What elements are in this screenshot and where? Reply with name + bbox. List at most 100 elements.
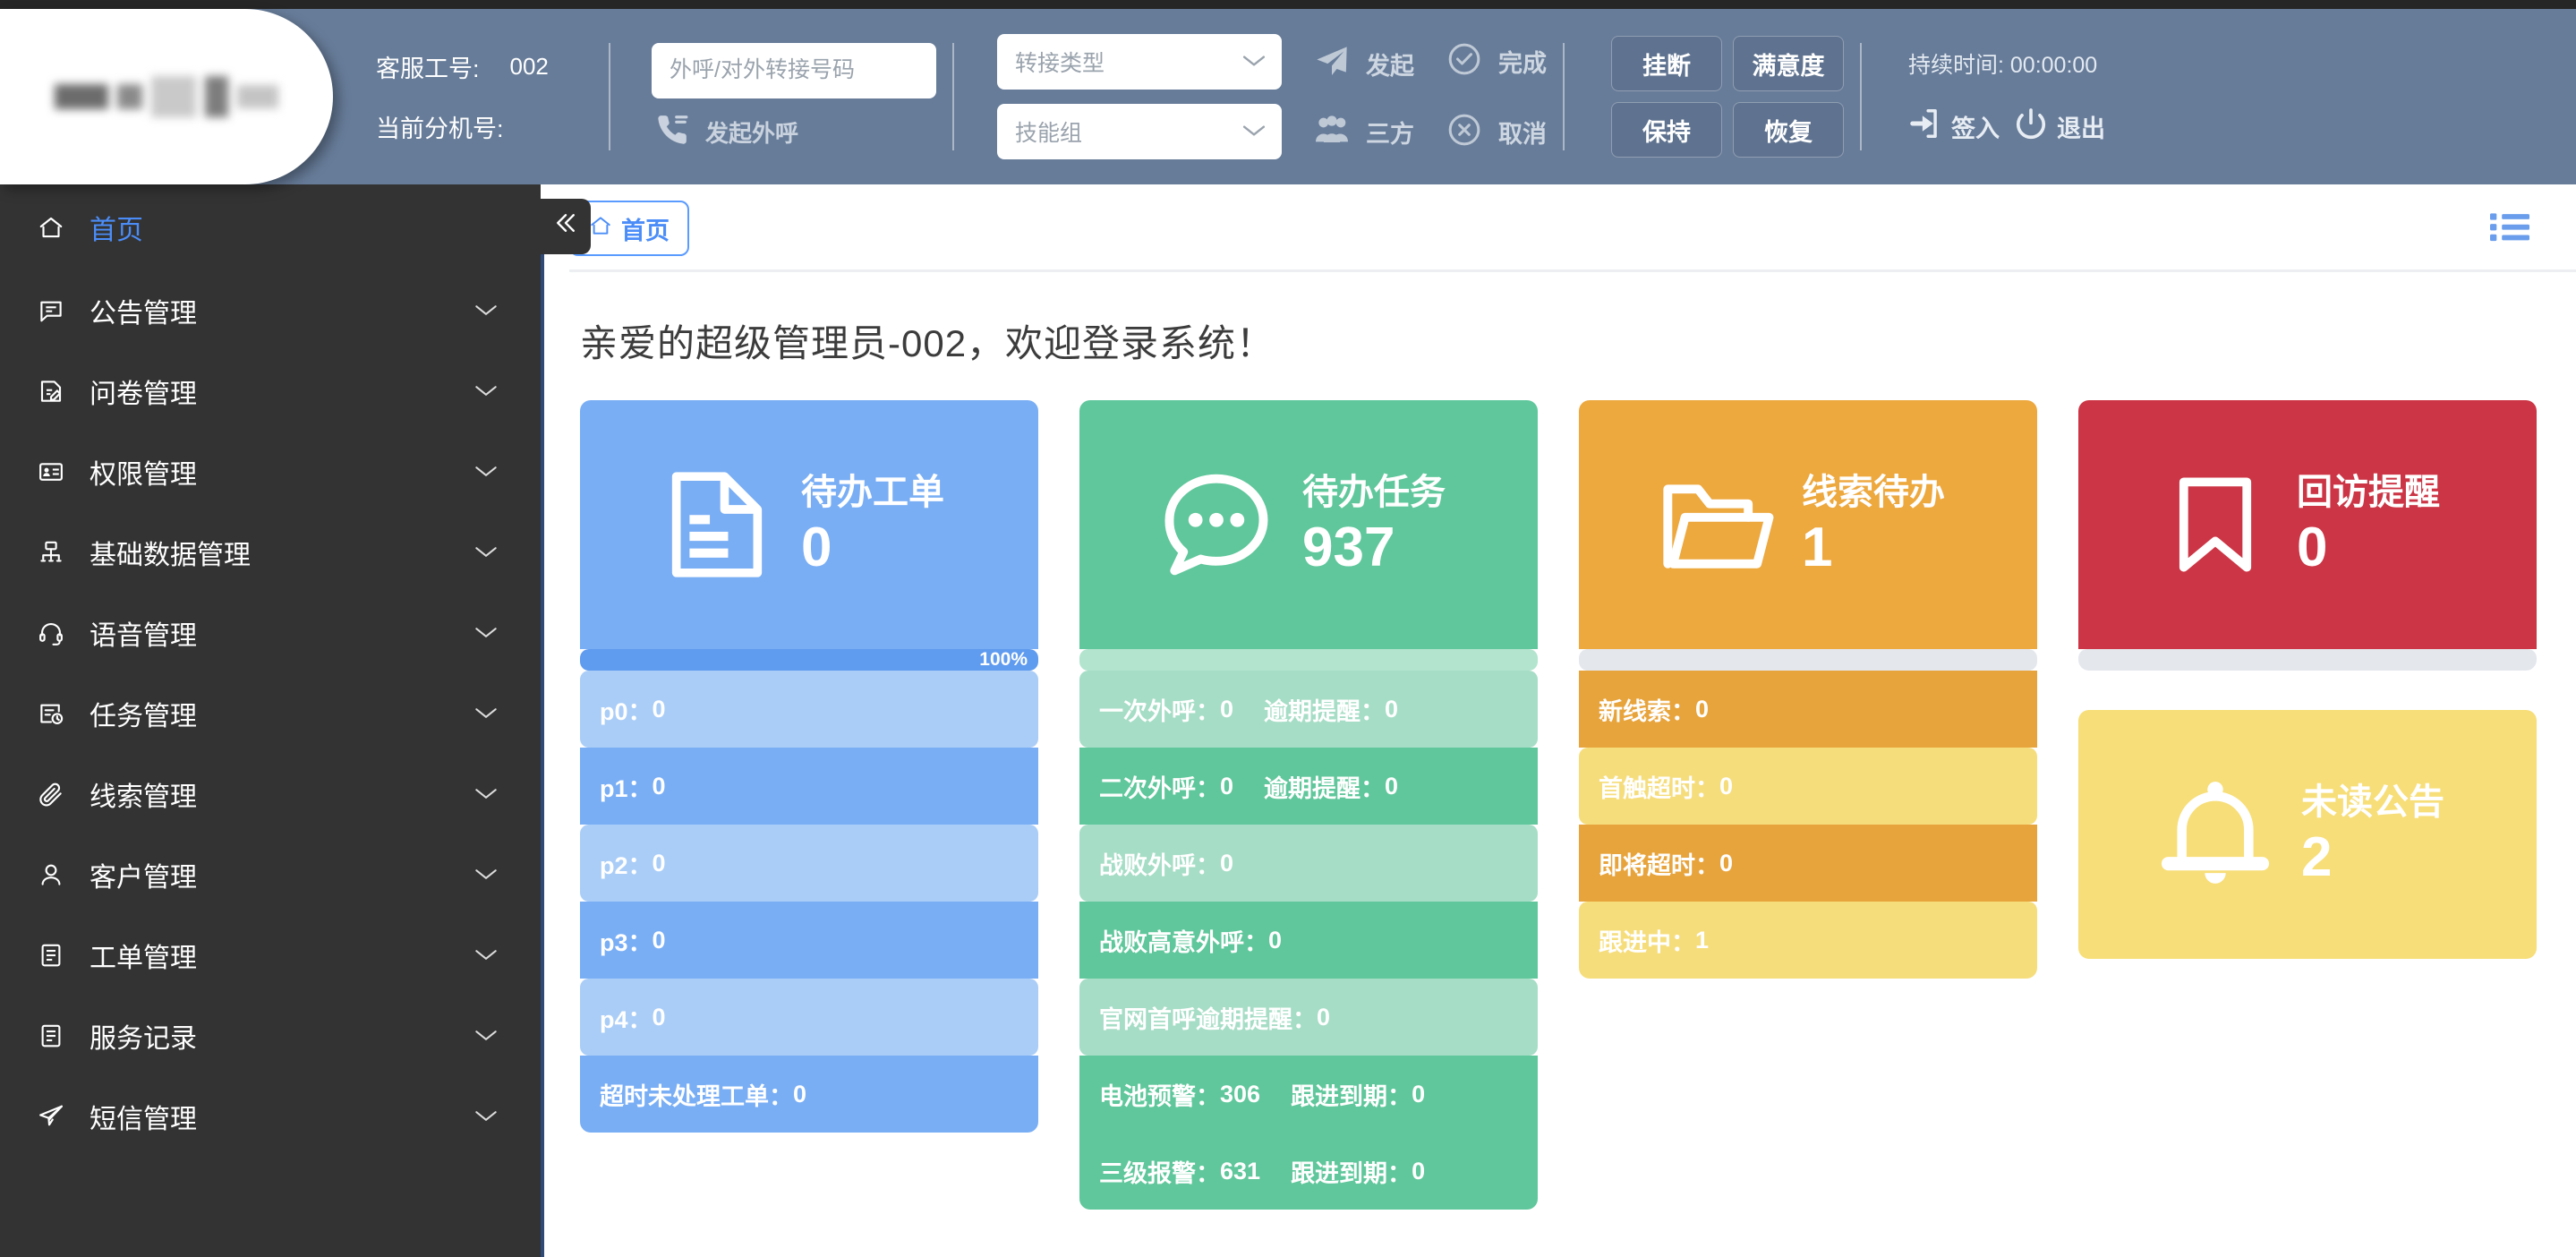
sign-in-button[interactable]: 签入 — [1908, 107, 2000, 147]
stat-value: 0 — [1719, 772, 1734, 800]
hold-button[interactable]: 保持 — [1611, 102, 1722, 158]
card-todo-tickets[interactable]: 待办工单 0 100% p0： 0 p1： 0 p2： 0 p3： 0 p4： … — [580, 400, 1038, 1133]
agent-id-label: 客服工号: — [376, 56, 480, 82]
card-meta: 线索待办 1 — [1802, 471, 1963, 578]
sidebar-item-sms[interactable]: 短信管理 — [0, 1076, 541, 1157]
cancel-button[interactable]: 取消 — [1446, 112, 1547, 152]
list-icon — [2490, 210, 2529, 247]
power-icon — [2014, 107, 2048, 147]
stat-value: 0 — [793, 1080, 807, 1107]
header-divider-3 — [1563, 43, 1565, 150]
sidebar-item-tickets[interactable]: 工单管理 — [0, 915, 541, 996]
card-title: 回访提醒 — [2297, 472, 2440, 512]
card-column-todo-tasks: 待办任务 937 一次外呼： 0 逾期提醒： 0 二次外呼： 0 逾期提醒： 0… — [1079, 400, 1538, 1210]
clipboard-icon — [38, 1022, 77, 1049]
chevron-down-icon — [474, 298, 498, 323]
stat-label: 电池预警： — [1099, 1082, 1220, 1110]
complete-button[interactable]: 完成 — [1446, 41, 1547, 81]
card-header: 回访提醒 0 — [2078, 400, 2537, 649]
id-card-icon — [38, 458, 77, 485]
card-unread-announcements[interactable]: 未读公告 2 — [2078, 710, 2537, 959]
satisfaction-button[interactable]: 满意度 — [1733, 36, 1844, 91]
card-column-lead-todo: 线索待办 1 新线索： 0 首触超时： 0 即将超时： 0 跟进中： 1 — [1579, 400, 2037, 1210]
announcement-icon — [38, 297, 77, 324]
card-stat-row[interactable]: 三级报警： 631 跟进到期： 0 — [1079, 1133, 1538, 1210]
card-stat-row[interactable]: p0： 0 — [580, 671, 1038, 748]
card-stat-row[interactable]: 跟进中： 1 — [1579, 902, 2037, 979]
card-stat-row[interactable]: 电池预警： 306 跟进到期： 0 — [1079, 1056, 1538, 1133]
card-stat-row[interactable]: p2： 0 — [580, 825, 1038, 902]
card-title: 待办任务 — [1302, 472, 1446, 512]
sidebar-item-basic-data[interactable]: 基础数据管理 — [0, 512, 541, 593]
skill-group-select[interactable]: 技能组 — [997, 104, 1282, 159]
card-stat-row[interactable]: 二次外呼： 0 逾期提醒： 0 — [1079, 748, 1538, 825]
card-header: 线索待办 1 — [1579, 400, 2037, 649]
double-chevron-left-icon — [552, 210, 579, 244]
paperclip-icon — [38, 781, 77, 808]
outbound-number-input[interactable] — [652, 42, 936, 98]
card-stat-row[interactable]: 战败外呼： 0 — [1079, 825, 1538, 902]
sidebar-item-label: 公告管理 — [90, 299, 197, 329]
chat-bubble-icon — [1154, 462, 1279, 587]
sidebar-item-customers[interactable]: 客户管理 — [0, 834, 541, 915]
check-circle-icon — [1446, 41, 1482, 81]
hangup-button[interactable]: 挂断 — [1611, 36, 1722, 91]
card-stat-row[interactable]: 官网首呼逾期提醒： 0 — [1079, 979, 1538, 1056]
card-callback-reminder[interactable]: 回访提醒 0 — [2078, 400, 2537, 671]
initiate-transfer-label: 发起 — [1366, 53, 1414, 80]
logout-label: 退出 — [2057, 115, 2105, 142]
sidebar-item-label: 服务记录 — [90, 1024, 197, 1054]
card-stat-row[interactable]: 战败高意外呼： 0 — [1079, 902, 1538, 979]
sidebar-item-permissions[interactable]: 权限管理 — [0, 432, 541, 512]
stat-label: p4： — [600, 1005, 653, 1033]
card-lead-todo[interactable]: 线索待办 1 新线索： 0 首触超时： 0 即将超时： 0 跟进中： 1 — [1579, 400, 2037, 979]
card-stat-row[interactable]: 新线索： 0 — [1579, 671, 2037, 748]
transfer-type-select[interactable]: 转接类型 — [997, 34, 1282, 90]
sidebar-item-home[interactable]: 首页 — [0, 184, 541, 270]
resume-button[interactable]: 恢复 — [1733, 102, 1844, 158]
sidebar-item-leads[interactable]: 线索管理 — [0, 754, 541, 834]
stat-value: 0 — [1220, 772, 1234, 800]
agent-extension-label: 当前分机号: — [376, 115, 504, 142]
sidebar-item-announcements[interactable]: 公告管理 — [0, 270, 541, 351]
sidebar-collapse-button[interactable] — [541, 199, 591, 254]
window-top-strip — [0, 0, 2576, 9]
card-stat-row[interactable]: 首触超时： 0 — [1579, 748, 2037, 825]
chevron-down-icon — [474, 1104, 498, 1129]
sidebar-item-questionnaires[interactable]: 问卷管理 — [0, 351, 541, 432]
card-todo-tasks[interactable]: 待办任务 937 一次外呼： 0 逾期提醒： 0 二次外呼： 0 逾期提醒： 0… — [1079, 400, 1538, 1210]
stat-value: 1 — [1695, 926, 1710, 953]
card-column-todo-tickets: 待办工单 0 100% p0： 0 p1： 0 p2： 0 p3： 0 p4： … — [580, 400, 1038, 1210]
sidebar-item-tasks[interactable]: 任务管理 — [0, 673, 541, 754]
call-duration: 持续时间: 00:00:00 — [1908, 52, 2098, 78]
dashboard-cards: 待办工单 0 100% p0： 0 p1： 0 p2： 0 p3： 0 p4： … — [544, 368, 2576, 1210]
sign-in-label: 签入 — [1951, 115, 2000, 142]
initiate-transfer-button[interactable]: 发起 — [1314, 44, 1414, 84]
card-stat-row[interactable]: 即将超时： 0 — [1579, 825, 2037, 902]
call-buttons-row-1: 挂断 满意度 — [1611, 36, 1844, 91]
logout-button[interactable]: 退出 — [2014, 107, 2105, 147]
card-stat-row[interactable]: 一次外呼： 0 逾期提醒： 0 — [1079, 671, 1538, 748]
make-call-button[interactable]: 发起外呼 — [652, 113, 936, 151]
card-stat-row[interactable]: p3： 0 — [580, 902, 1038, 979]
list-view-toggle[interactable] — [2490, 210, 2529, 247]
card-stat-row[interactable]: 超时未处理工单： 0 — [580, 1056, 1038, 1133]
sidebar-item-service-records[interactable]: 服务记录 — [0, 996, 541, 1076]
card-stat-row[interactable]: p4： 0 — [580, 979, 1038, 1056]
headset-icon — [38, 620, 77, 646]
header-divider-4 — [1860, 43, 1862, 150]
bookmark-icon — [2157, 466, 2273, 583]
stat-value: 0 — [652, 926, 666, 953]
stat-value: 0 — [652, 772, 666, 800]
card-progress-bar — [2078, 649, 2537, 671]
header-divider-2 — [952, 43, 954, 150]
stat-label: 战败外呼： — [1099, 851, 1220, 879]
sidebar-item-label: 首页 — [90, 216, 143, 245]
three-way-label: 三方 — [1366, 121, 1414, 148]
card-stat-row[interactable]: p1： 0 — [580, 748, 1038, 825]
three-way-button[interactable]: 三方 — [1314, 115, 1414, 150]
stat-label: p2： — [600, 851, 653, 879]
sidebar-item-voice[interactable]: 语音管理 — [0, 593, 541, 673]
paper-plane-icon — [38, 1103, 77, 1130]
agent-id-row: 客服工号: 002 — [376, 49, 593, 84]
